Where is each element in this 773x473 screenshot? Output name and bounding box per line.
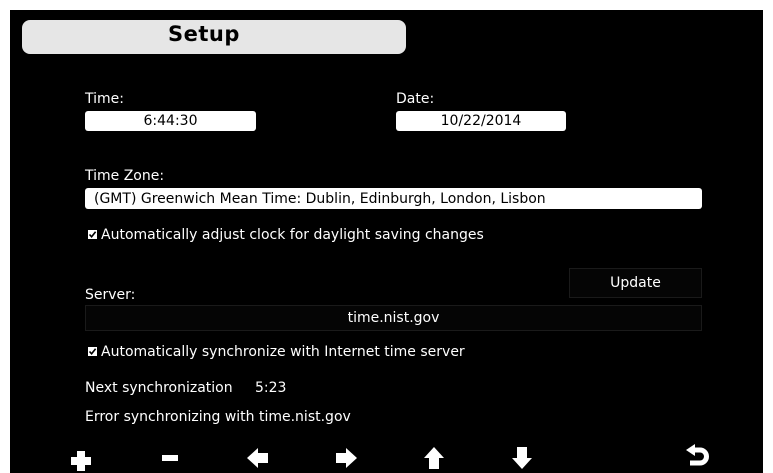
next-sync-label: Next synchronization bbox=[85, 380, 233, 396]
arrow-down-icon[interactable] bbox=[511, 446, 533, 470]
plus-icon[interactable] bbox=[70, 450, 92, 472]
arrow-right-icon[interactable] bbox=[334, 447, 358, 469]
date-field[interactable]: 10/22/2014 bbox=[396, 111, 566, 131]
arrow-up-icon[interactable] bbox=[423, 446, 445, 470]
checkmark-icon bbox=[88, 231, 97, 239]
update-button[interactable]: Update bbox=[569, 268, 702, 298]
next-sync-value: 5:23 bbox=[255, 380, 287, 396]
page-title: Setup bbox=[168, 22, 240, 46]
time-field[interactable]: 6:44:30 bbox=[85, 111, 256, 131]
time-value: 6:44:30 bbox=[143, 113, 198, 129]
timezone-value: (GMT) Greenwich Mean Time: Dublin, Edinb… bbox=[94, 190, 546, 207]
server-field[interactable]: time.nist.gov bbox=[85, 305, 702, 331]
server-label: Server: bbox=[85, 287, 136, 303]
server-value: time.nist.gov bbox=[347, 310, 440, 326]
date-label: Date: bbox=[396, 91, 435, 107]
sync-checkbox[interactable] bbox=[88, 347, 97, 356]
update-button-label: Update bbox=[610, 275, 661, 291]
return-icon[interactable] bbox=[685, 444, 711, 471]
date-value: 10/22/2014 bbox=[440, 113, 522, 129]
sync-checkbox-label: Automatically synchronize with Internet … bbox=[101, 344, 465, 360]
minus-icon[interactable] bbox=[160, 454, 180, 462]
timezone-label: Time Zone: bbox=[85, 168, 165, 184]
status-message: Error synchronizing with time.nist.gov bbox=[85, 409, 351, 425]
dst-checkbox[interactable] bbox=[88, 230, 97, 239]
checkmark-icon bbox=[88, 348, 97, 356]
timezone-select[interactable]: (GMT) Greenwich Mean Time: Dublin, Edinb… bbox=[85, 188, 702, 209]
time-label: Time: bbox=[85, 91, 124, 107]
arrow-left-icon[interactable] bbox=[246, 447, 270, 469]
dst-checkbox-label: Automatically adjust clock for daylight … bbox=[101, 227, 484, 243]
